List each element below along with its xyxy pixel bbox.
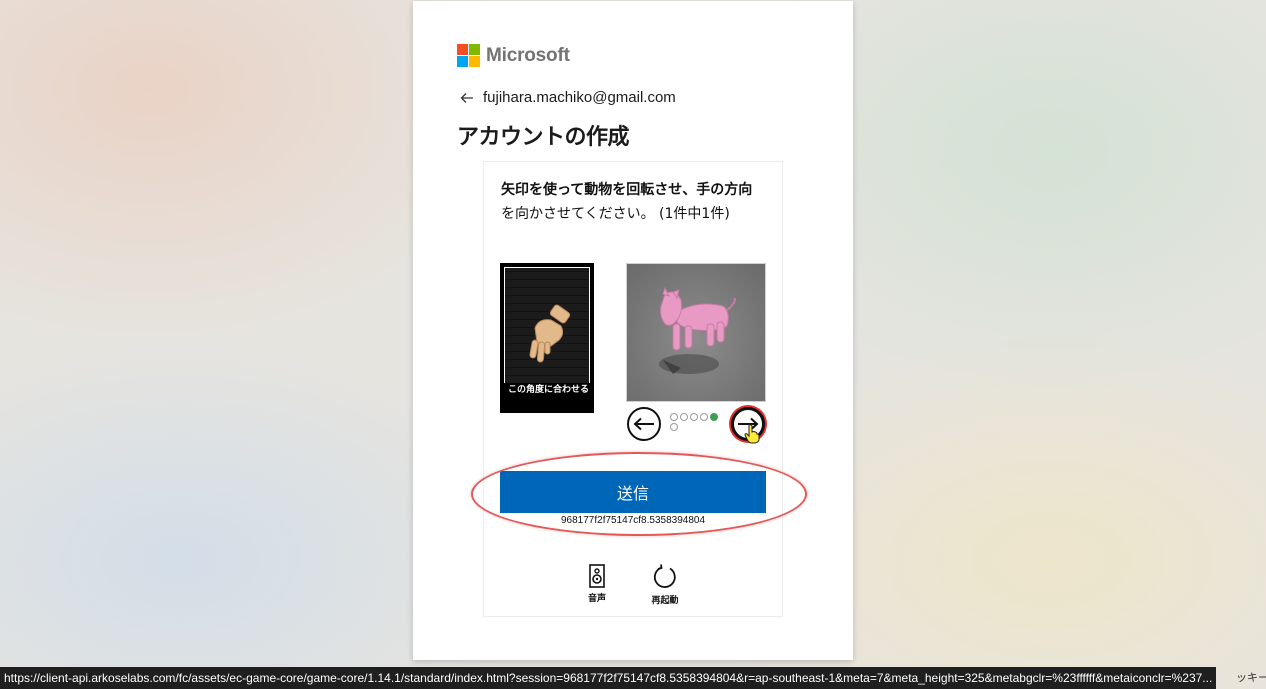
progress-dot [670, 413, 678, 421]
refresh-icon [653, 564, 676, 588]
progress-dot [700, 413, 708, 421]
progress-text: (1件中1件) [659, 206, 730, 222]
next-arrow-button[interactable] [731, 407, 765, 444]
instruction-rest: を向かさせてください。 [501, 206, 655, 222]
progress-dot [680, 413, 688, 421]
captcha-challenge: 矢印を使って動物を回転させ、手の方向を向かさせてください。 (1件中1件) この… [471, 161, 807, 617]
animal-image [626, 263, 766, 402]
captcha-instruction: 矢印を使って動物を回転させ、手の方向を向かさせてください。 (1件中1件) [501, 178, 766, 226]
microsoft-logo-icon [457, 44, 480, 67]
progress-dots [670, 413, 724, 431]
instruction-bold: 矢印を使って動物を回転させ、手の方向 [501, 182, 753, 198]
audio-button[interactable]: 音声 [582, 564, 612, 604]
restart-button[interactable]: 再起動 [645, 564, 685, 606]
signup-card: Microsoft fujihara.machiko@gmail.com アカウ… [413, 1, 853, 660]
arrow-left-icon[interactable] [459, 90, 475, 106]
identity-banner: fujihara.machiko@gmail.com [459, 89, 676, 106]
cow-icon [659, 286, 736, 374]
status-tail-text: ッキー [1236, 671, 1266, 684]
hand-pointer-cursor-icon [744, 424, 760, 444]
target-hand-image: この角度に合わせる [500, 263, 594, 413]
prev-arrow-button[interactable] [627, 407, 661, 441]
arrow-left-icon [633, 417, 654, 431]
session-id: 968177f2f75147cf8.5358394804 [560, 515, 706, 526]
hand-icon [529, 304, 571, 363]
progress-dot-active [710, 413, 718, 421]
progress-dot [690, 413, 698, 421]
speaker-icon [589, 564, 605, 588]
hand-image-frame [504, 267, 590, 383]
identity-email: fujihara.machiko@gmail.com [483, 89, 676, 106]
hand-caption: この角度に合わせる [508, 385, 590, 395]
browser-status-url: https://client-api.arkoselabs.com/fc/ass… [0, 667, 1217, 689]
submit-button[interactable]: 送信 [500, 471, 766, 513]
microsoft-logo: Microsoft [457, 44, 570, 67]
audio-label: 音声 [587, 594, 606, 604]
page-title: アカウントの作成 [457, 125, 630, 150]
brand-name: Microsoft [486, 44, 570, 66]
restart-label: 再起動 [651, 596, 679, 606]
progress-dot [670, 423, 678, 431]
